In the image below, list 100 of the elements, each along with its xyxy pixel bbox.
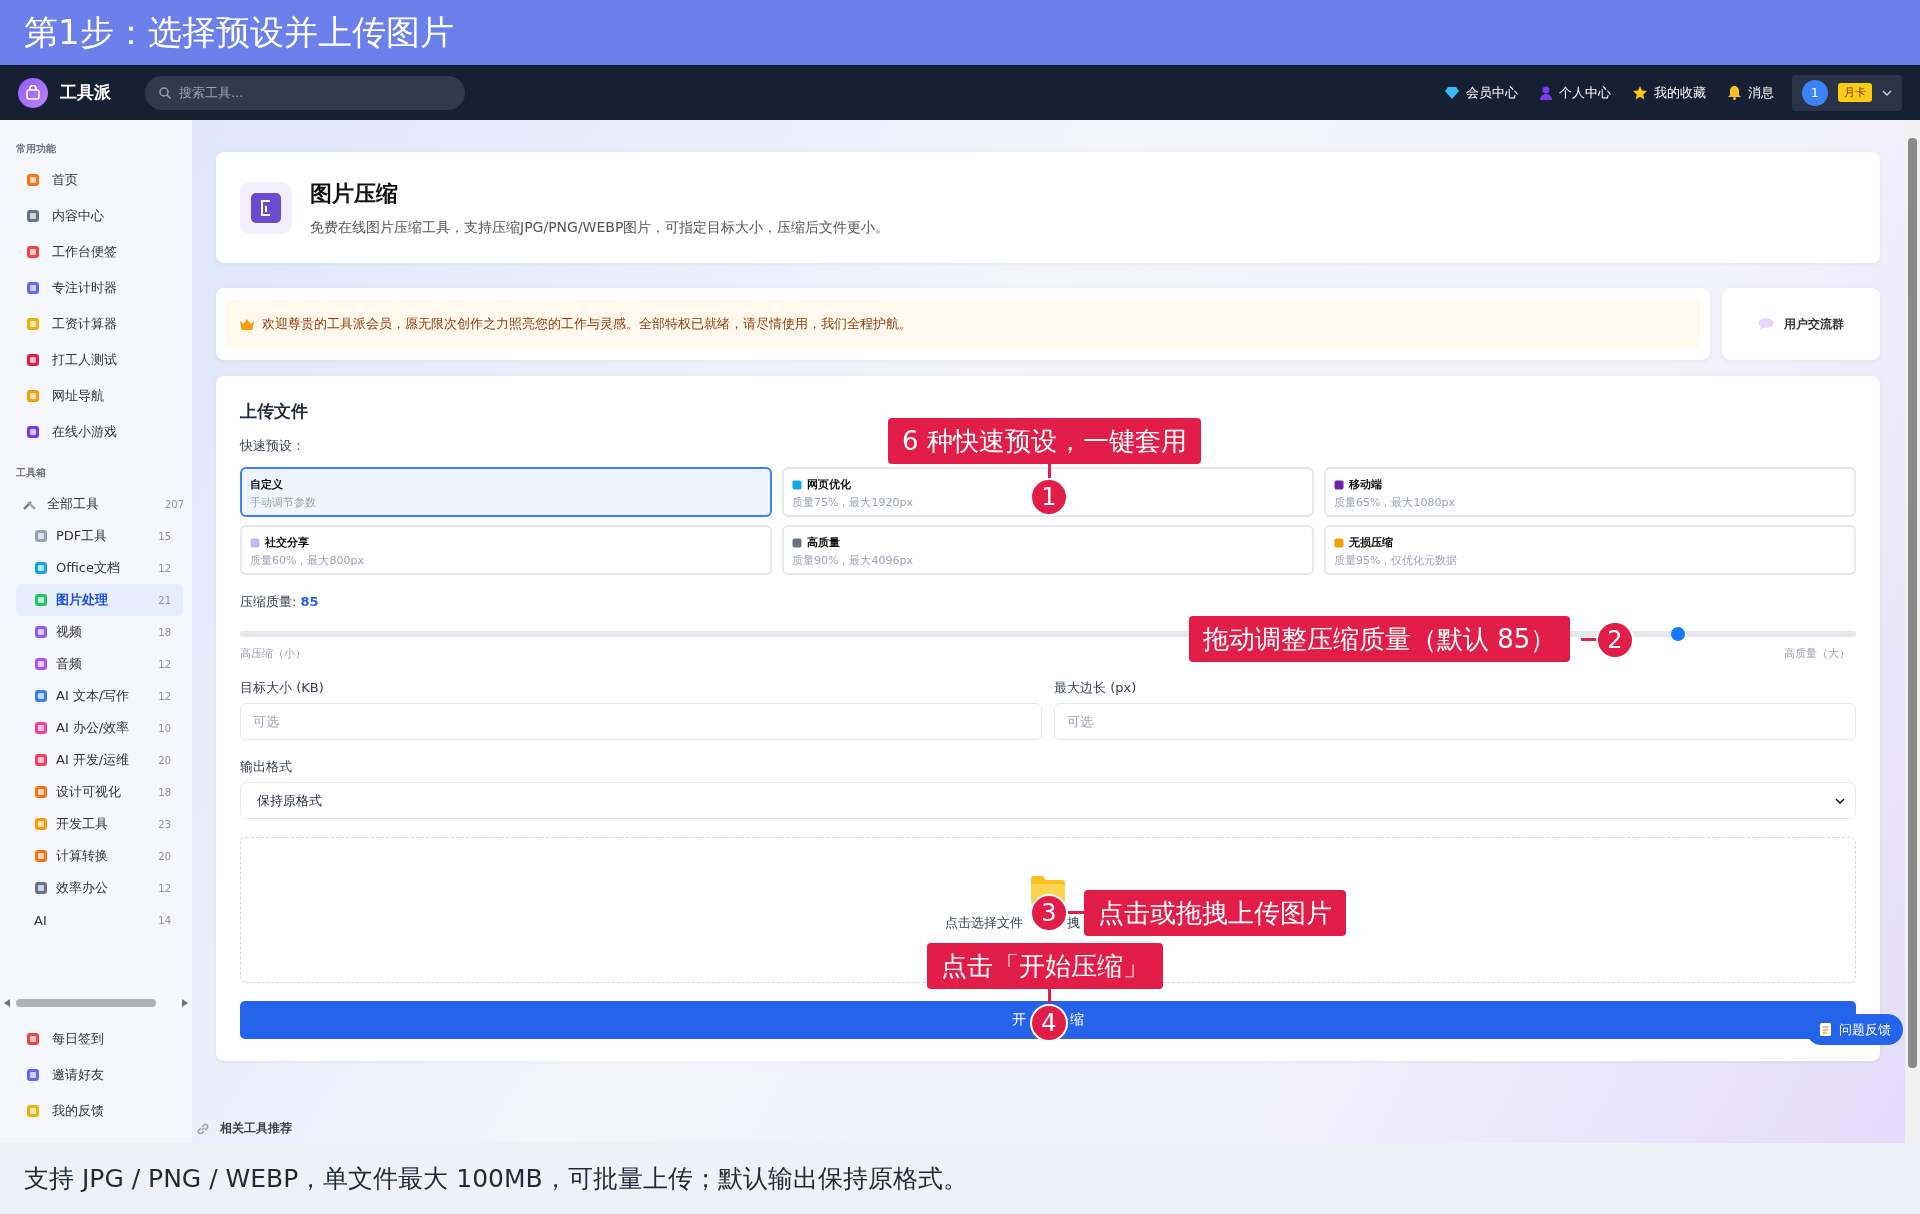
max-edge-field[interactable]: 可选 <box>1054 703 1856 740</box>
nav-link[interactable]: 会员中心 <box>1445 83 1518 102</box>
compress-icon <box>240 181 292 234</box>
diamond-icon <box>1445 86 1459 99</box>
user-menu[interactable]: 1 月卡 <box>1792 74 1902 111</box>
app-name: 工具派 <box>60 81 112 104</box>
app-icon <box>26 1032 40 1046</box>
field-label: 输出格式 <box>240 758 292 776</box>
caption-text: 支持 JPG / PNG / WEBP，单文件最大 100MB，可批量上传；默认输出保持原格式。 <box>24 1163 968 1195</box>
category-item[interactable]: 开发工具 23 <box>16 808 183 840</box>
category-item[interactable]: 视频 18 <box>16 616 183 648</box>
sidebar-item[interactable]: 打工人测试 <box>0 342 192 378</box>
sidebar-item[interactable]: 工作台便签 <box>0 234 192 270</box>
bell-icon <box>1728 85 1741 100</box>
category-item[interactable]: 设计可视化 18 <box>16 776 183 808</box>
callout-label: 拖动调整压缩质量（默认 85） <box>1189 616 1571 662</box>
category-item[interactable]: AI 办公/效率 10 <box>16 712 183 744</box>
document-icon <box>1820 1023 1831 1036</box>
horizontal-scrollbar[interactable] <box>4 999 188 1007</box>
preset-option[interactable]: 高质量 质量90%，最大4096px <box>782 525 1314 575</box>
sidebar-item[interactable]: 我的反馈 <box>0 1093 192 1129</box>
count-label: 10 <box>158 722 171 734</box>
nav-link[interactable]: 我的收藏 <box>1633 83 1706 102</box>
star-icon <box>1633 85 1647 100</box>
section-title: 上传文件 <box>240 400 309 423</box>
link-icon <box>196 1121 210 1136</box>
callout-label: 点击或拖拽上传图片 <box>1084 890 1346 936</box>
app-icon <box>26 353 40 367</box>
count-label: 12 <box>158 882 171 894</box>
guide-title: 第1步：选择预设并上传图片 <box>24 10 454 54</box>
category-item[interactable]: Office文档 12 <box>16 552 183 584</box>
sidebar-item[interactable]: 邀请好友 <box>0 1057 192 1093</box>
sidebar-item[interactable]: 内容中心 <box>0 198 192 234</box>
related-title: 相关工具推荐 <box>220 1120 292 1137</box>
category-item[interactable]: PDF工具 15 <box>16 520 183 552</box>
crown-icon <box>240 318 254 330</box>
app-icon <box>34 657 48 671</box>
app-icon <box>26 317 40 331</box>
app-icon <box>34 785 48 799</box>
category-item[interactable]: AI 14 <box>16 904 183 936</box>
app-icon <box>26 1068 40 1082</box>
preset-option[interactable]: 社交分享 质量60%，最大800px <box>240 525 772 575</box>
format-select[interactable]: 保持原格式 <box>240 782 1856 819</box>
category-item[interactable]: 图片处理 21 <box>16 584 183 616</box>
app-icon <box>34 561 48 575</box>
nav-link[interactable]: 消息 <box>1728 83 1774 102</box>
tool-description: 免费在线图片压缩工具，支持压缩JPG/PNG/WEBP图片，可指定目标大小，压缩后文件更小。 <box>310 218 890 237</box>
app-icon <box>34 625 48 639</box>
app-icon <box>26 209 40 223</box>
target-size-field[interactable]: 可选 <box>240 703 1042 740</box>
category-item[interactable]: AI 文本/写作 12 <box>16 680 183 712</box>
app-icon <box>26 245 40 259</box>
category-item[interactable]: 音频 12 <box>16 648 183 680</box>
preset-option[interactable]: 移动端 质量65%，最大1080px <box>1324 467 1856 517</box>
count-label: 207 <box>164 498 184 510</box>
tool-title: 图片压缩 <box>310 179 399 208</box>
category-item[interactable]: 效率办公 12 <box>16 872 183 904</box>
field-label: 最大边长 (px) <box>1054 679 1137 697</box>
app-icon <box>34 753 48 767</box>
callout-label: 6 种快速预设，一键套用 <box>888 418 1201 464</box>
app-icon <box>34 721 48 735</box>
search-field[interactable]: 搜索工具... <box>145 75 465 110</box>
count-label: 12 <box>158 562 171 574</box>
field-label: 目标大小 (KB) <box>240 679 324 697</box>
count-label: 21 <box>158 594 171 606</box>
sidebar-item[interactable]: 在线小游戏 <box>0 414 192 450</box>
sidebar-item[interactable]: 网址导航 <box>0 378 192 414</box>
preset-icon <box>250 537 260 548</box>
slider-min-label: 高压缩（小） <box>240 646 306 661</box>
preset-icon <box>792 479 802 490</box>
vertical-scrollbar[interactable] <box>1908 138 1917 1068</box>
app-icon <box>34 881 48 895</box>
preset-option[interactable]: 自定义 手动调节参数 <box>240 467 772 517</box>
slider-thumb[interactable] <box>1671 627 1686 641</box>
slider-max-label: 高质量（大） <box>1784 646 1850 661</box>
section-title: 常用功能 <box>15 142 57 156</box>
community-button[interactable]: 用户交流群 <box>1722 288 1880 360</box>
sidebar-item[interactable]: 首页 <box>0 162 192 198</box>
count-label: 15 <box>158 530 171 542</box>
callout-label: 点击「开始压缩」 <box>927 943 1163 989</box>
sidebar-item[interactable]: 全部工具 207 <box>0 488 192 520</box>
quality-label: 压缩质量: 85 <box>240 593 320 611</box>
person-icon <box>1540 85 1552 100</box>
arrow-left-icon[interactable] <box>4 999 10 1007</box>
arrow-right-icon[interactable] <box>182 999 188 1007</box>
sidebar-item[interactable]: 专注计时器 <box>0 270 192 306</box>
sidebar-item[interactable]: 每日签到 <box>0 1021 192 1057</box>
count-label: 20 <box>158 754 171 766</box>
field-label: 快速预设： <box>240 437 305 455</box>
feedback-button[interactable]: 问题反馈 <box>1806 1014 1903 1045</box>
category-item[interactable]: AI 开发/运维 20 <box>16 744 183 776</box>
logo-icon <box>18 77 48 108</box>
chat-bubble-icon <box>1758 318 1774 330</box>
nav-link[interactable]: 个人中心 <box>1540 83 1611 102</box>
preset-option[interactable]: 无损压缩 质量95%，仅优化元数据 <box>1324 525 1856 575</box>
membership-badge: 月卡 <box>1838 83 1872 102</box>
count-label: 20 <box>158 850 171 862</box>
sidebar-item[interactable]: 工资计算器 <box>0 306 192 342</box>
category-item[interactable]: 计算转换 20 <box>16 840 183 872</box>
user-avatar: 1 <box>1802 79 1828 106</box>
